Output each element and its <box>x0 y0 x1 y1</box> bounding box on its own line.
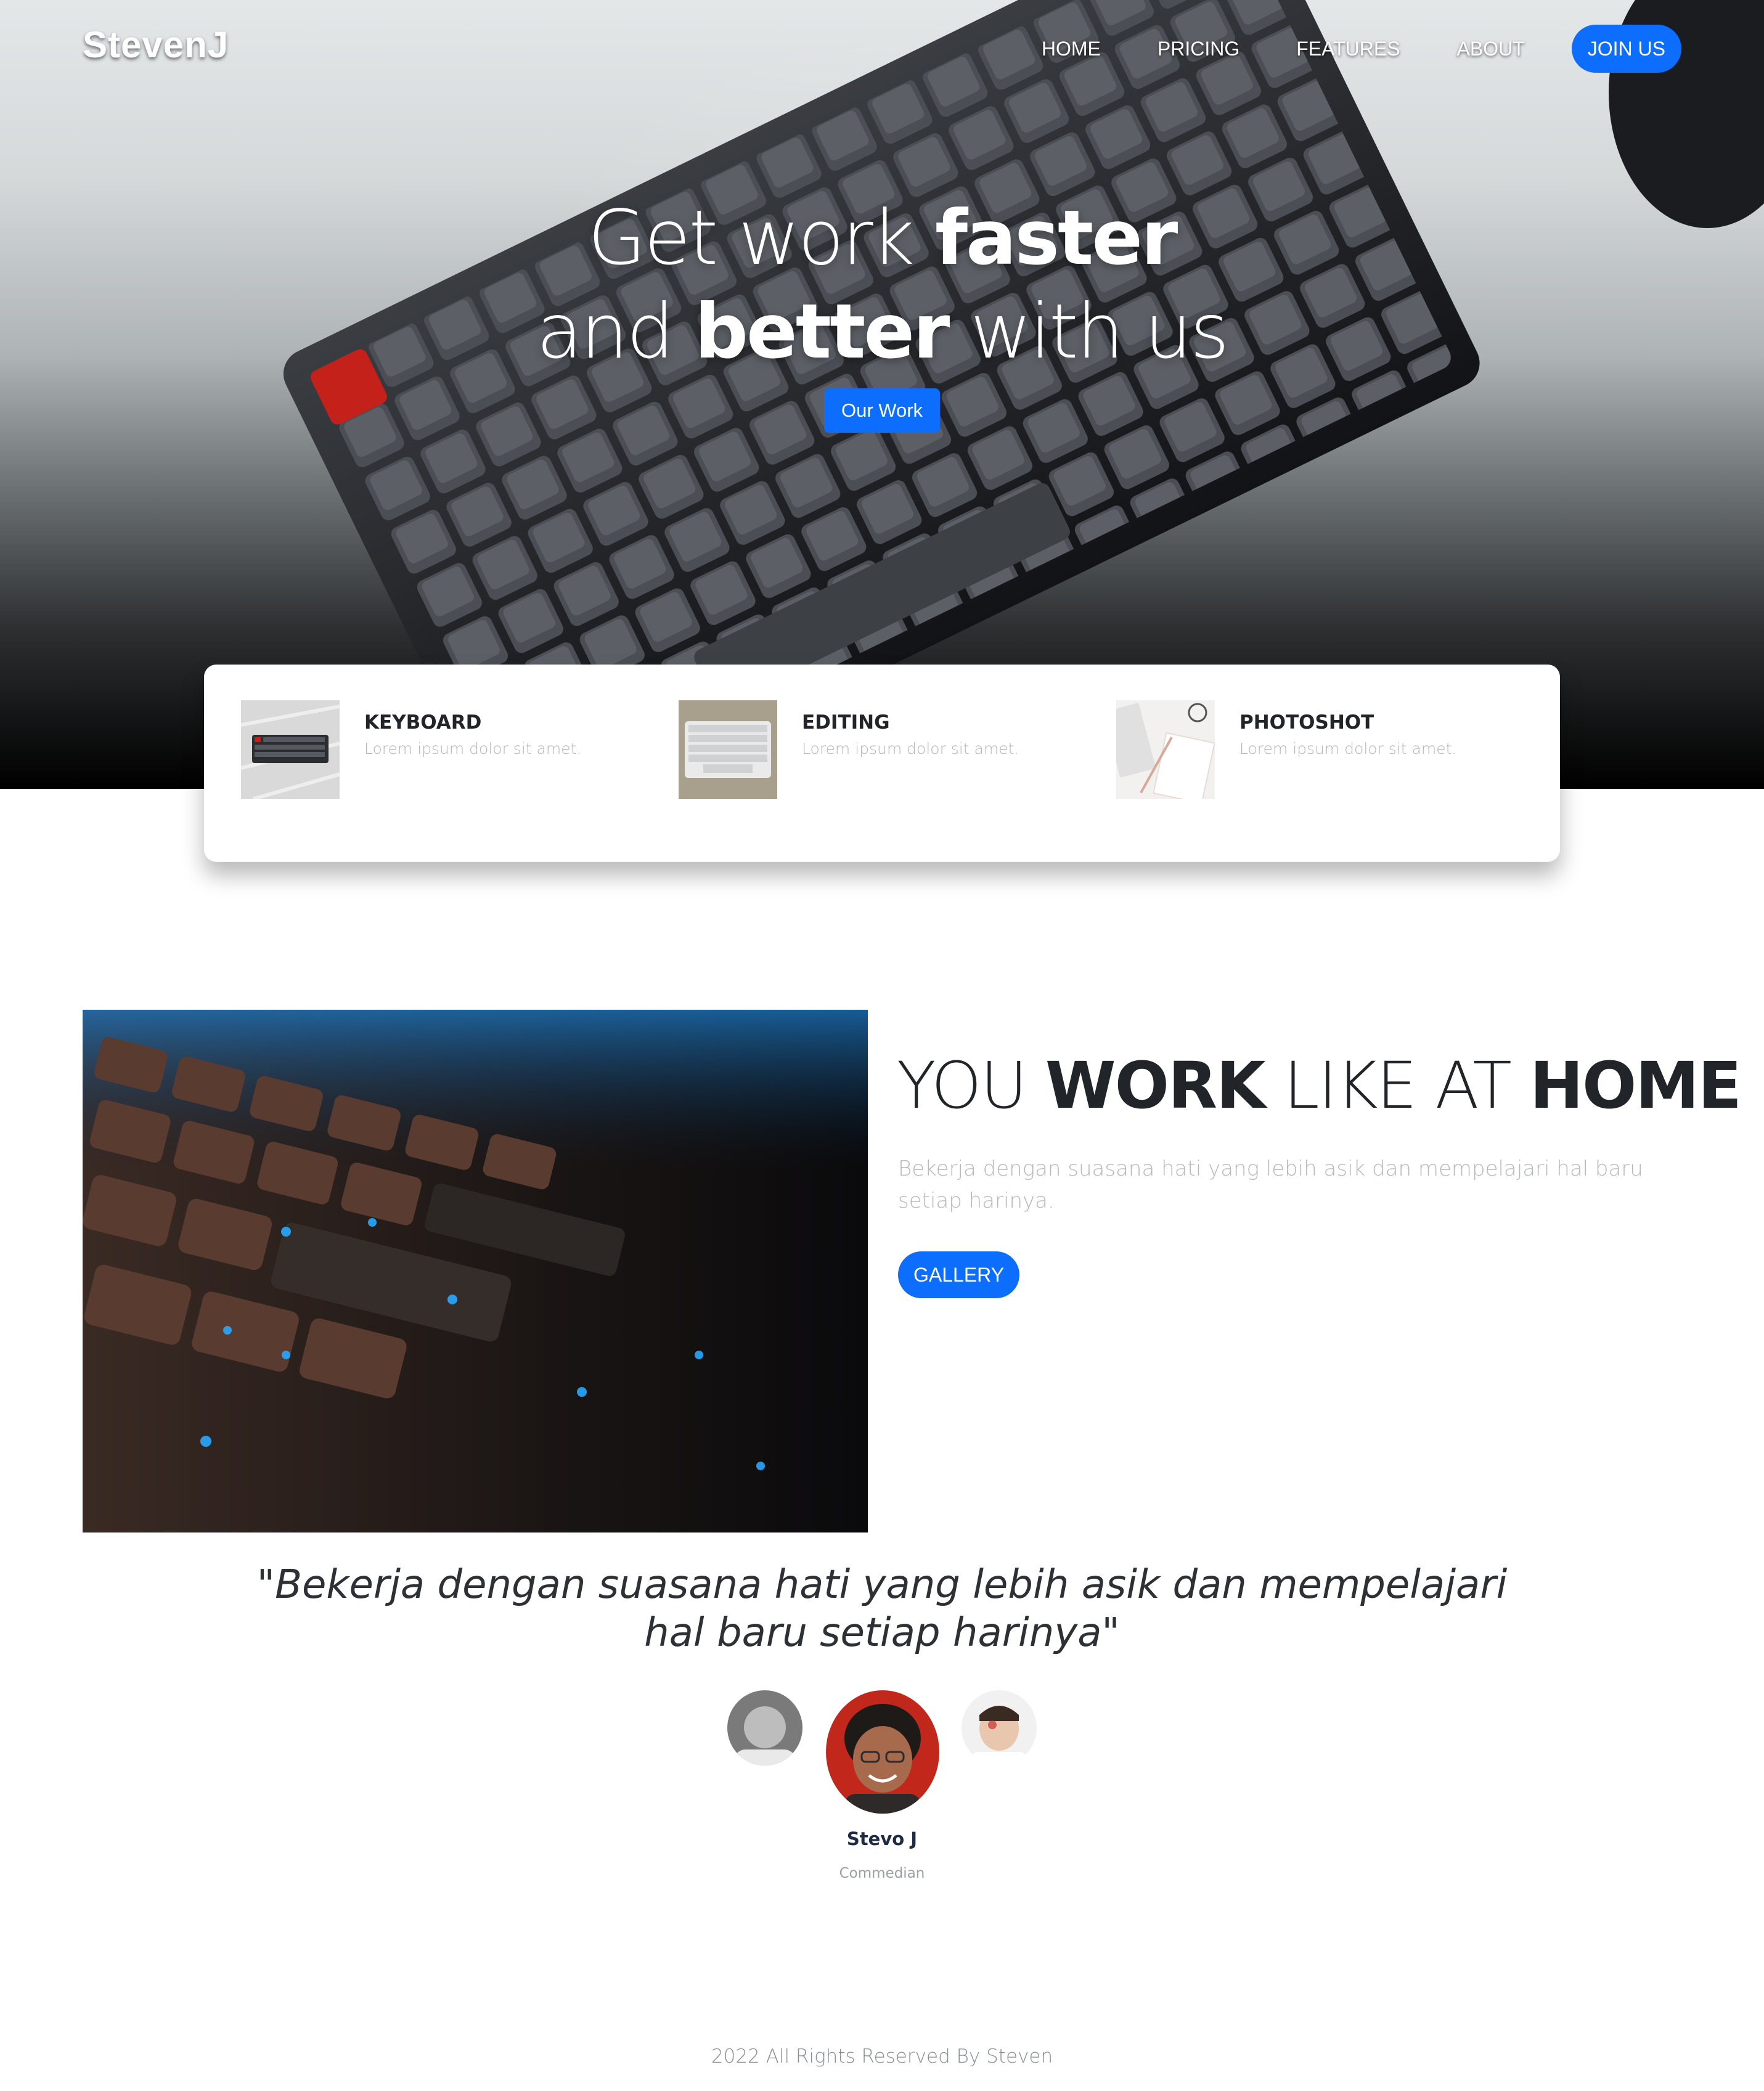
feature-title: KEYBOARD <box>364 711 482 734</box>
hero-line2-light-b: with us <box>948 288 1230 375</box>
work-heading: YOU WORK LIKE AT HOME <box>897 1048 1742 1123</box>
feature-editing[interactable]: EDITING Lorem ipsum dolor sit amet. <box>642 700 1061 800</box>
work-title-b: WORK <box>1045 1048 1266 1123</box>
join-us-button[interactable]: JOIN US <box>1571 25 1681 73</box>
nav-home[interactable]: HOME <box>1042 25 1101 73</box>
feature-title: EDITING <box>802 711 890 734</box>
main-nav: HOME PRICING FEATURES ABOUT JOIN US <box>985 25 1681 73</box>
avatar[interactable] <box>727 1690 802 1766</box>
feature-title: PHOTOSHOT <box>1239 711 1374 734</box>
quote-line-2: hal baru setiap harinya" <box>644 1610 1120 1656</box>
photoshot-thumbnail <box>1116 700 1215 799</box>
footer-copyright: 2022 All Rights Reserved By Steven <box>711 2045 1053 2068</box>
work-description: Bekerja dengan suasana hati yang lebih a… <box>898 1156 1643 1213</box>
testimonial-quote: "Bekerja dengan suasana hati yang lebih … <box>0 1561 1764 1657</box>
nav-features[interactable]: FEATURES <box>1296 25 1400 73</box>
features-card: KEYBOARD Lorem ipsum dolor sit amet. EDI… <box>204 665 1560 862</box>
testimonial-name: Stevo J <box>846 1828 918 1849</box>
avatar[interactable] <box>962 1690 1037 1766</box>
gallery-button[interactable]: GALLERY <box>898 1251 1020 1298</box>
testimonial-role: Commedian <box>839 1865 925 1881</box>
hero-line2-bold: better <box>694 288 950 375</box>
hero-line2-light-a: and <box>536 288 695 375</box>
hero-headline: Get work faster and better with us <box>0 191 1764 379</box>
avatar-active[interactable] <box>826 1690 939 1814</box>
nav-about[interactable]: ABOUT <box>1457 25 1525 73</box>
feature-photoshot[interactable]: PHOTOSHOT Lorem ipsum dolor sit amet. <box>1079 700 1498 800</box>
keyboard-thumbnail <box>241 700 340 799</box>
work-title-c: LIKE AT <box>1264 1048 1530 1123</box>
work-image <box>83 1010 868 1532</box>
editing-thumbnail <box>679 700 777 799</box>
feature-description: Lorem ipsum dolor sit amet. <box>364 740 582 758</box>
nav-pricing[interactable]: PRICING <box>1158 25 1239 73</box>
work-title-d: HOME <box>1529 1048 1742 1123</box>
brand-logo[interactable]: StevenJ <box>83 23 229 66</box>
work-title-a: YOU <box>897 1048 1045 1123</box>
our-work-button[interactable]: Our Work <box>824 388 940 433</box>
hero-line1-light: Get work <box>587 194 935 282</box>
hero-line1-bold: faster <box>934 194 1178 282</box>
feature-keyboard[interactable]: KEYBOARD Lorem ipsum dolor sit amet. <box>204 700 623 800</box>
feature-description: Lorem ipsum dolor sit amet. <box>802 740 1019 758</box>
quote-line-1: "Bekerja dengan suasana hati yang lebih … <box>256 1562 1508 1608</box>
feature-description: Lorem ipsum dolor sit amet. <box>1239 740 1457 758</box>
